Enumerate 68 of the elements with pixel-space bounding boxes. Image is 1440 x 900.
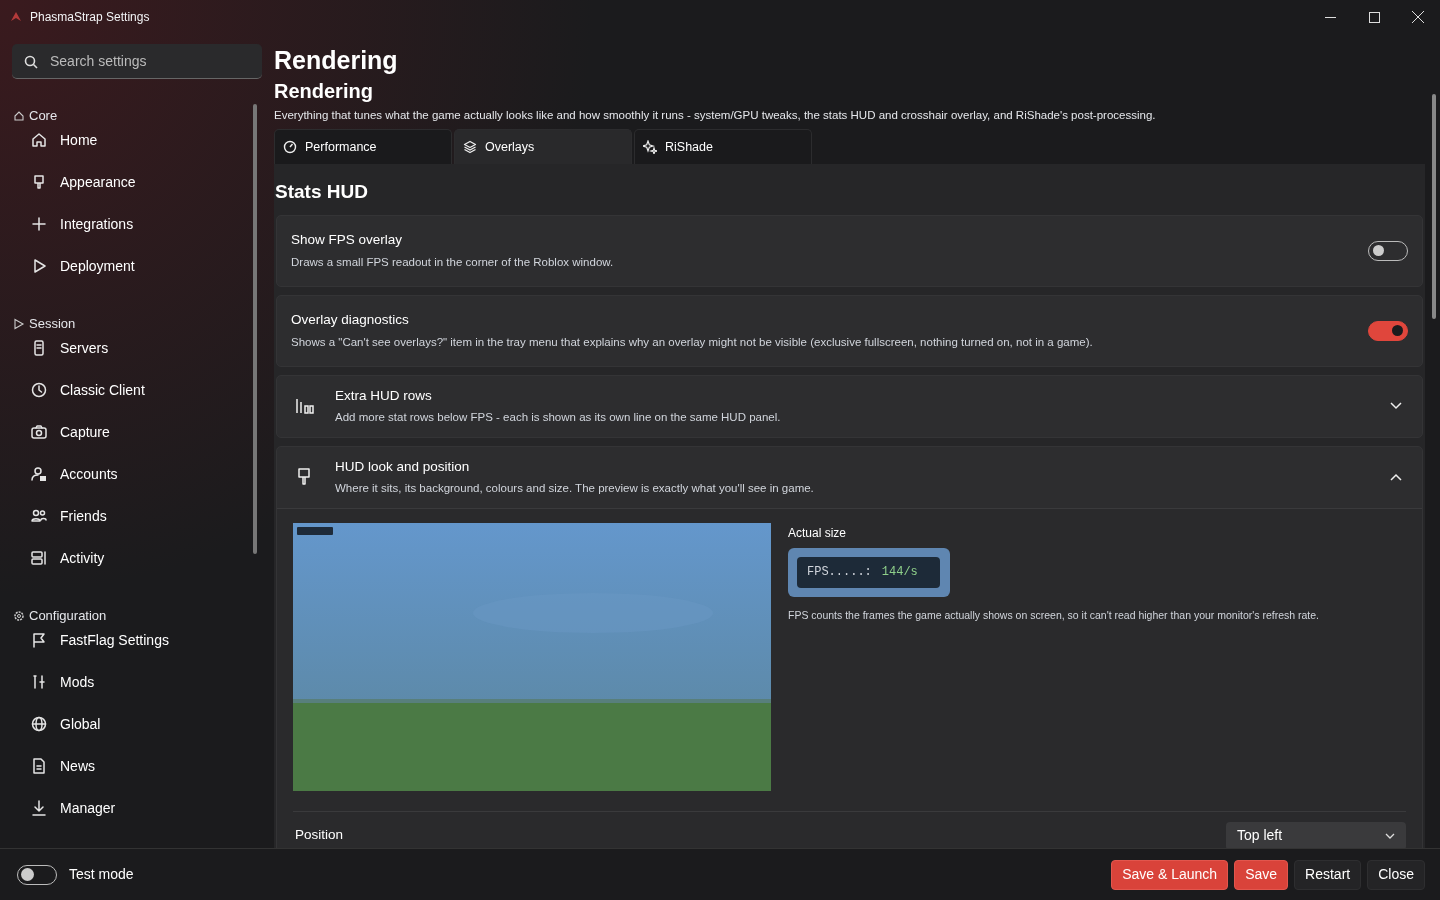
- gear-icon: [13, 610, 25, 622]
- gauge-icon: [283, 140, 297, 154]
- document-icon: [30, 757, 48, 775]
- sidebar-item[interactable]: Deployment: [12, 245, 262, 287]
- home-icon: [30, 131, 48, 149]
- group-label: Configuration: [29, 607, 107, 626]
- scrollbar[interactable]: [253, 104, 257, 554]
- home-icon: [13, 110, 25, 122]
- primary-button[interactable]: Save: [1234, 859, 1289, 890]
- scrollbar[interactable]: [1432, 94, 1436, 319]
- search-icon: [24, 55, 38, 69]
- download-icon: [30, 799, 48, 817]
- camera-icon: [30, 423, 48, 441]
- maximize-icon: [1368, 11, 1380, 23]
- page-title: Rendering: [274, 45, 399, 76]
- setting-description: Draws a small FPS readout in the corner of the Roblox window.: [291, 254, 614, 270]
- sidebar-item[interactable]: News: [12, 745, 262, 787]
- tab[interactable]: RiShade: [634, 129, 812, 164]
- section-title: Stats HUD: [274, 180, 369, 204]
- toggle-switch[interactable]: [1368, 320, 1408, 341]
- chevron-up-icon[interactable]: [1390, 473, 1402, 481]
- setting-title: Show FPS overlay: [291, 231, 404, 250]
- layers-icon: [463, 140, 477, 154]
- sidebar-item[interactable]: Integrations: [12, 203, 262, 245]
- sidebar-item[interactable]: Friends: [12, 495, 262, 537]
- position-dropdown[interactable]: Top left: [1226, 821, 1406, 848]
- person-lock-icon: [30, 465, 48, 483]
- window-title: PhasmaStrap Settings: [30, 9, 150, 26]
- setting-description: Where it sits, its background, colours and size. The preview is exactly what you'll see in game.: [335, 481, 814, 496]
- page-description: Everything that tunes what the game actually looks like and how smoothly it runs - system/GPU tweaks, the stats HUD and crosshair overlay, and RiShade's post-processing.: [274, 108, 1157, 123]
- tab[interactable]: Performance: [274, 129, 452, 164]
- search-field[interactable]: Search settings: [12, 44, 262, 79]
- preview-note: FPS counts the frames the game actually shows on screen, so it can't read higher than your monitor's refresh rate.: [788, 607, 1320, 623]
- position-label: Position: [295, 825, 344, 844]
- tab[interactable]: Overlays: [454, 129, 632, 164]
- fps-hud-sample: FPS.....: 144/s: [797, 556, 940, 588]
- bar-chart-icon: [295, 396, 315, 416]
- setting-title: Overlay diagnostics: [291, 311, 410, 330]
- sidebar-item[interactable]: Mods: [12, 661, 262, 703]
- sidebar-item[interactable]: Activity: [12, 537, 262, 579]
- setting-description: Add more stat rows below FPS - each is shown as its own line on the same HUD panel.: [335, 410, 781, 425]
- flag-icon: [30, 631, 48, 649]
- secondary-button[interactable]: Close: [1367, 859, 1425, 890]
- app-logo: [10, 11, 22, 23]
- activity-icon: [30, 549, 48, 567]
- setting-title: Extra HUD rows: [335, 386, 433, 405]
- sparkle-icon: [643, 140, 657, 154]
- sidebar-item[interactable]: Classic Client: [12, 369, 262, 411]
- clock-icon: [30, 381, 48, 399]
- sidebar-item[interactable]: Appearance: [12, 161, 262, 203]
- page-subtitle: Rendering: [274, 79, 374, 104]
- sidebar-item[interactable]: Capture: [12, 411, 262, 453]
- sidebar-item[interactable]: Accounts: [12, 453, 262, 495]
- test-mode-label: Test mode: [69, 865, 134, 884]
- setting-title: HUD look and position: [335, 457, 471, 476]
- chevron-down-icon[interactable]: [1390, 402, 1402, 410]
- primary-button[interactable]: Save & Launch: [1111, 859, 1229, 890]
- people-icon: [30, 507, 48, 525]
- sidebar-item[interactable]: Manager: [12, 787, 262, 829]
- plus-icon: [30, 215, 48, 233]
- secondary-button[interactable]: Restart: [1294, 859, 1362, 890]
- chevron-down-icon: [1385, 832, 1395, 839]
- actual-size-label: Actual size: [788, 524, 848, 542]
- globe-icon: [30, 715, 48, 733]
- close-icon: [1412, 11, 1424, 23]
- sidebar-item[interactable]: Global: [12, 703, 262, 745]
- setting-description: Shows a "Can't see overlays?" item in the tray menu that explains why an overlay might not be visible (exclusive fullscreen, nothing turned on, not in a game).: [291, 334, 1093, 350]
- play-icon: [13, 318, 25, 330]
